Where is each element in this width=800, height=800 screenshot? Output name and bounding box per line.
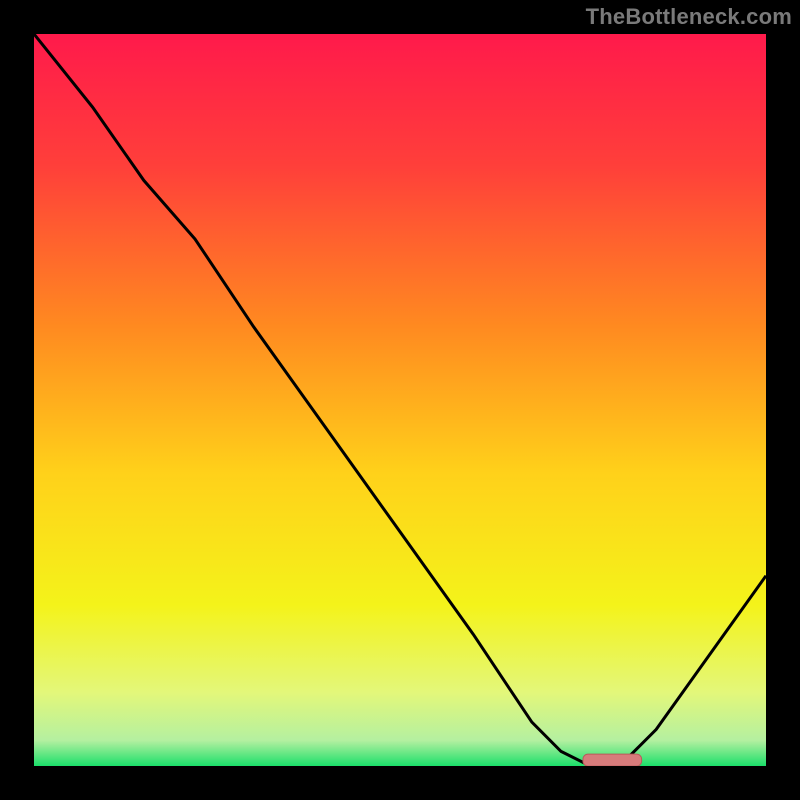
optimal-region-marker — [583, 754, 642, 766]
watermark-text: TheBottleneck.com — [586, 4, 792, 30]
plot-frame — [34, 34, 766, 766]
bottleneck-chart — [34, 34, 766, 766]
gradient-background — [34, 34, 766, 766]
